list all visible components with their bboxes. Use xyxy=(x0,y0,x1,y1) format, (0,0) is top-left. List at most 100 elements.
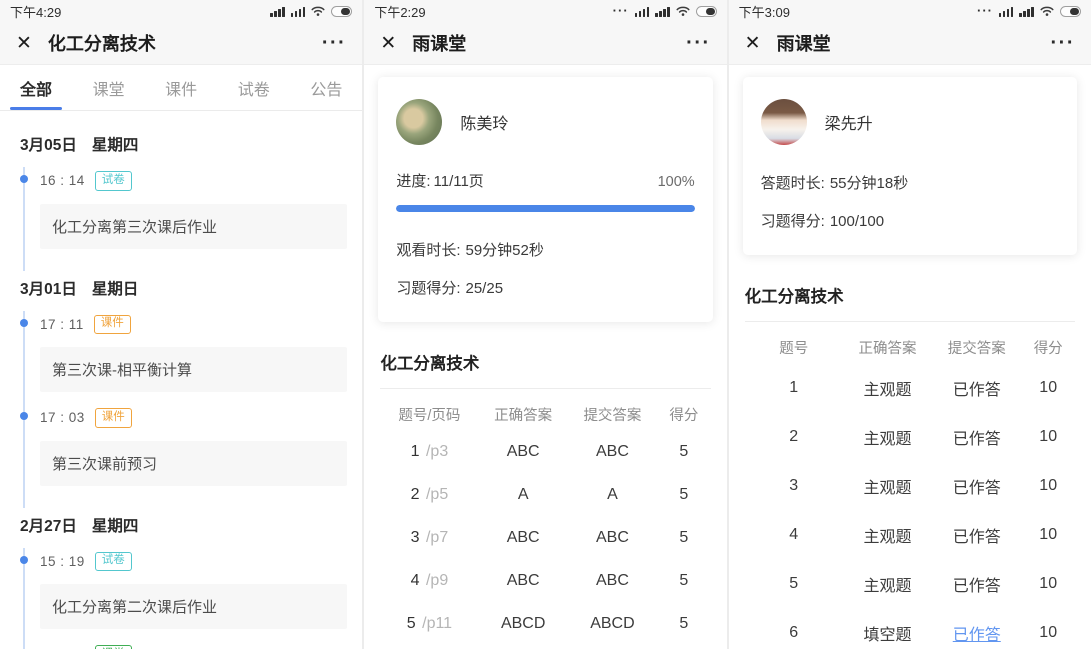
close-icon[interactable]: ✕ xyxy=(380,32,396,55)
watch-duration-row: 观看时长:59分钟52秒 xyxy=(396,239,694,260)
cell-question-type: 主观题 xyxy=(843,376,932,400)
timeline-group: 3月05日星期四16 : 14试卷化工分离第三次课后作业 xyxy=(0,133,362,255)
cell-correct-answer: A xyxy=(479,486,568,504)
cell-answer-status: 已作答 xyxy=(932,572,1021,596)
entry-item[interactable]: 第三次课-相平衡计算 xyxy=(40,347,347,392)
cell-score: 10 xyxy=(1021,477,1075,495)
signal-icon xyxy=(270,6,285,17)
column-header: 得分 xyxy=(657,404,711,425)
answer-duration-label: 答题时长: xyxy=(761,175,825,192)
battery-icon xyxy=(331,6,352,17)
entry-item[interactable]: 第三次课前预习 xyxy=(40,441,347,486)
p3-table-header: 题号正确答案提交答案得分 xyxy=(745,322,1075,363)
table-row: 1主观题已作答10 xyxy=(745,363,1075,412)
status-icons: ··· xyxy=(977,5,1081,17)
entry-item[interactable]: 化工分离第三次课后作业 xyxy=(40,204,347,249)
status-time: 下午2:29 xyxy=(374,2,425,21)
table-row: 6填空题已作答10 xyxy=(745,608,1075,649)
page-no: /p7 xyxy=(422,529,449,546)
entry-time-row: 17 : 11课件 xyxy=(23,299,362,335)
tab-公告[interactable]: 公告 xyxy=(310,65,342,110)
answer-duration-value: 55分钟18秒 xyxy=(830,175,908,192)
cell-question-no: 1 /p3 xyxy=(380,443,478,461)
date-label: 3月01日 xyxy=(20,277,77,299)
table-row: 2 /p5AA5 xyxy=(380,473,710,516)
tab-课件[interactable]: 课件 xyxy=(165,65,197,110)
cell-question-no: 4 xyxy=(745,526,843,544)
p3-table-body: 1主观题已作答102主观题已作答103主观题已作答104主观题已作答105主观题… xyxy=(745,363,1075,649)
table-row: 3 /p7ABCABC5 xyxy=(380,516,710,559)
progress-value: 11/11页 xyxy=(434,173,484,190)
cell-question-type: 主观题 xyxy=(843,523,932,547)
cell-answer-link[interactable]: 已作答 xyxy=(932,621,1021,645)
table-row: 5主观题已作答10 xyxy=(745,559,1075,608)
date-header: 3月01日星期日 xyxy=(20,277,342,299)
close-icon[interactable]: ✕ xyxy=(745,32,761,55)
entry-time: 17 : 03 xyxy=(40,410,85,425)
entry-time: 15 : 19 xyxy=(40,554,85,569)
navbar: ✕ 化工分离技术 ··· xyxy=(0,22,362,65)
cell-question-no: 2 /p5 xyxy=(380,486,478,504)
entry-type-badge: 试卷 xyxy=(95,552,132,572)
signal-icon xyxy=(635,6,650,17)
statusbar: 下午2:29 ··· xyxy=(364,0,726,22)
entry-time-row: 17 : 03 课件 xyxy=(23,392,362,428)
exercise-score-row: 习题得分:100/100 xyxy=(761,210,1059,231)
exercise-score-label: 习题得分: xyxy=(396,280,460,297)
exercise-score-value: 100/100 xyxy=(830,213,884,230)
timeline-group: 2月27日星期四15 : 19试卷化工分离第二次课后作业10 : 02课堂第二次… xyxy=(0,514,362,649)
progress-bar xyxy=(396,205,694,212)
question-no: 1 xyxy=(411,443,420,460)
timeline-entries: 15 : 19试卷化工分离第二次课后作业10 : 02课堂第二次课-简述精馏 xyxy=(23,536,362,649)
cell-question-no: 3 xyxy=(745,477,843,495)
cell-question-type: 主观题 xyxy=(843,425,932,449)
date-header: 2月27日星期四 xyxy=(20,514,342,536)
entry-type-badge: 课件 xyxy=(95,408,132,428)
page-title: 雨课堂 xyxy=(412,30,466,56)
column-header: 正确答案 xyxy=(479,404,568,425)
status-icons: ··· xyxy=(613,5,717,17)
panel2-top: 下午2:29 ··· ✕ 雨课堂 ··· xyxy=(364,0,726,65)
answers-table: 题号/页码正确答案提交答案得分 1 /p3ABCABC52 /p5AA53 /p… xyxy=(380,389,710,645)
more-icon: ··· xyxy=(613,6,629,16)
close-icon[interactable]: ✕ xyxy=(16,32,32,55)
tab-试卷[interactable]: 试卷 xyxy=(238,65,270,110)
cell-score: 10 xyxy=(1021,526,1075,544)
cell-question-no: 2 xyxy=(745,428,843,446)
student-name: 梁先升 xyxy=(825,110,873,134)
tab-课堂[interactable]: 课堂 xyxy=(93,65,125,110)
more-icon[interactable]: ··· xyxy=(1051,36,1075,50)
p2-table-header: 题号/页码正确答案提交答案得分 xyxy=(380,389,710,430)
wifi-icon xyxy=(676,5,690,17)
cell-score: 10 xyxy=(1021,428,1075,446)
more-icon[interactable]: ··· xyxy=(686,36,710,50)
tab-全部[interactable]: 全部 xyxy=(20,65,52,110)
progress-bar-fill xyxy=(396,205,694,212)
exercise-score-value: 25/25 xyxy=(466,280,504,297)
more-icon[interactable]: ··· xyxy=(322,36,346,50)
weekday-label: 星期四 xyxy=(92,514,139,536)
table-row: 4主观题已作答10 xyxy=(745,510,1075,559)
app: 下午4:29 ✕ 化工分离技术 ··· 全部课堂课件试卷公告 3月05日星期四1… xyxy=(0,0,1091,649)
status-time: 下午3:09 xyxy=(739,2,790,21)
profile-row: 梁先升 xyxy=(761,99,1059,145)
question-no: 3 xyxy=(411,529,420,546)
statusbar: 下午4:29 xyxy=(0,0,362,22)
entry-type-badge: 试卷 xyxy=(95,171,132,191)
cell-correct-answer: ABC xyxy=(479,572,568,590)
student-report-card: 陈美玲 进度:11/11页 100% 观看时长:59分钟52秒 习题得分:25/… xyxy=(378,77,712,322)
timeline-dot-icon xyxy=(20,175,28,183)
screen-course-feed: 下午4:29 ✕ 化工分离技术 ··· 全部课堂课件试卷公告 3月05日星期四1… xyxy=(0,0,362,649)
answers-table: 题号正确答案提交答案得分 1主观题已作答102主观题已作答103主观题已作答10… xyxy=(745,322,1075,649)
entry-time-row: 16 : 14试卷 xyxy=(23,155,362,191)
signal-icon xyxy=(655,6,670,17)
cell-answer-status: 已作答 xyxy=(932,523,1021,547)
timeline-dot-icon xyxy=(20,319,28,327)
cell-answer-status: 已作答 xyxy=(932,474,1021,498)
wifi-icon xyxy=(1040,5,1054,17)
column-header: 题号/页码 xyxy=(380,404,478,425)
cell-score: 5 xyxy=(657,443,711,461)
cell-submitted-answer: ABC xyxy=(568,572,657,590)
page-no: /p3 xyxy=(422,443,449,460)
entry-item[interactable]: 化工分离第二次课后作业 xyxy=(40,584,347,629)
